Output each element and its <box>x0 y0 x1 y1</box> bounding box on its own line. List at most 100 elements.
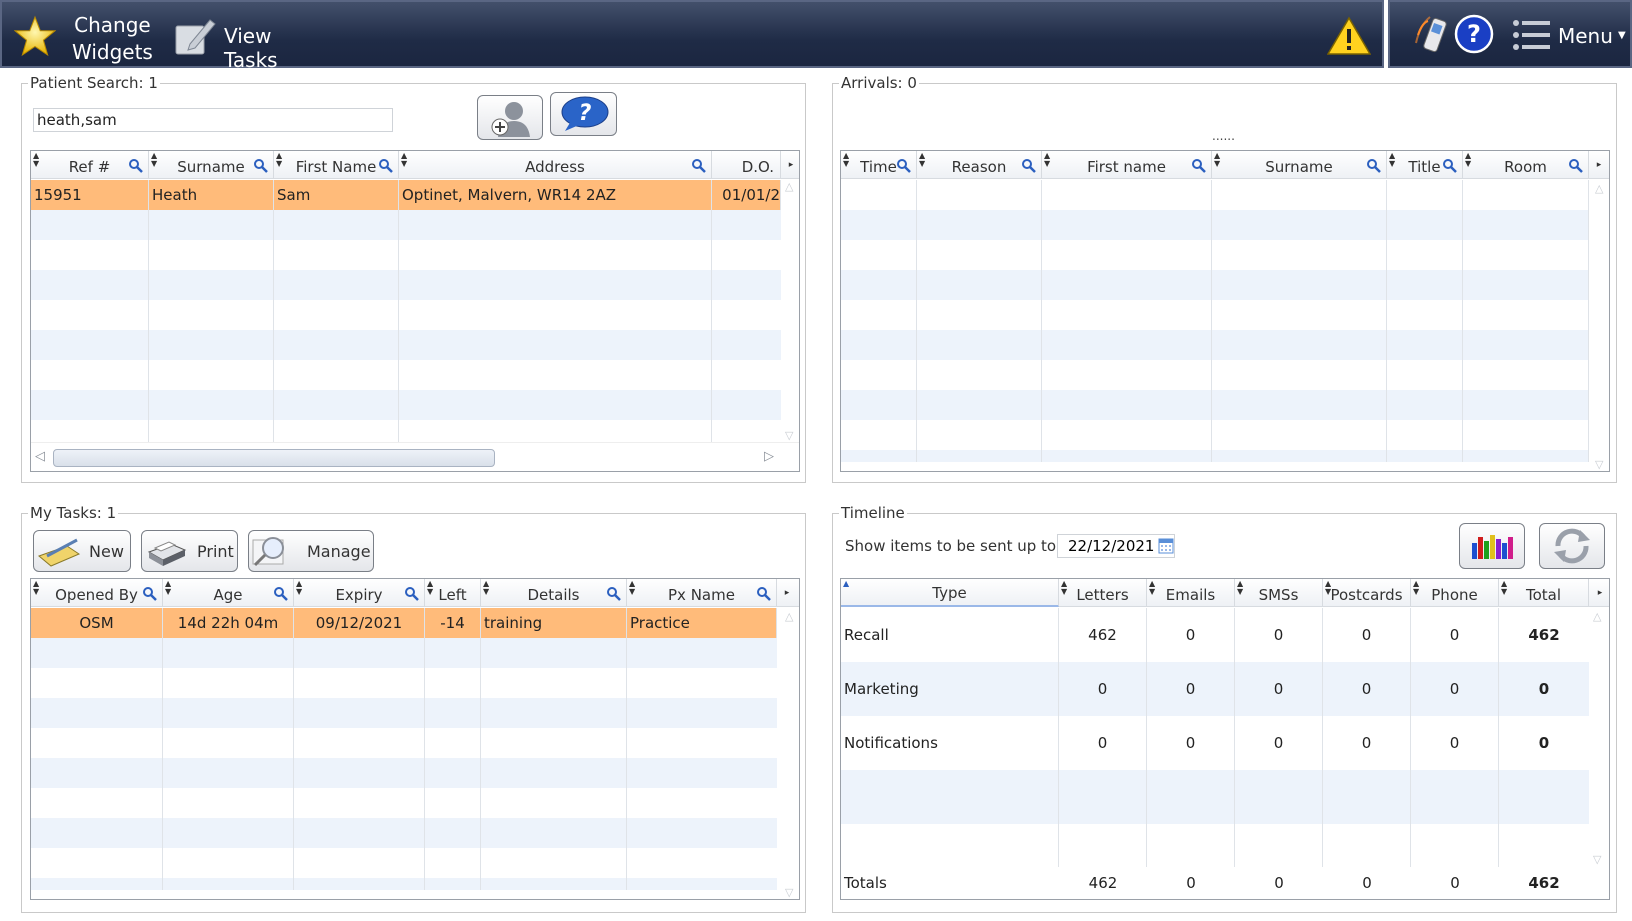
scroll-down-icon[interactable]: ▽ <box>1593 853 1601 866</box>
filter-search-icon[interactable] <box>1022 159 1036 173</box>
col-px-name[interactable]: ▲ ▼ Px Name <box>627 579 777 607</box>
patient-grid-vscroll[interactable]: △ ▽ <box>781 180 799 442</box>
col-phone[interactable]: ▲ ▼ Phone <box>1411 579 1499 607</box>
filter-search-icon[interactable] <box>143 587 157 601</box>
tasks-grid-header: ▲ ▼ Opened By ▲ ▼ Age ▲ ▼ Expiry ▲ ▼ Left ▲ ▼ Deta… <box>31 579 799 607</box>
col-expiry[interactable]: ▲ ▼ Expiry <box>294 579 425 607</box>
hscroll-thumb[interactable] <box>53 449 495 467</box>
change-widgets-button[interactable]: Change Widgets <box>2 2 153 66</box>
scroll-right-icon[interactable]: ▷ <box>764 449 774 464</box>
column-chooser[interactable]: ▸ <box>777 579 797 607</box>
col-first-name[interactable]: ▲ ▼ First Name <box>274 151 399 179</box>
scroll-down-icon[interactable]: ▽ <box>785 886 793 899</box>
col-age[interactable]: ▲ ▼ Age <box>163 579 294 607</box>
svg-text:?: ? <box>1467 20 1481 48</box>
scroll-down-icon[interactable]: ▽ <box>1595 458 1603 471</box>
column-chooser[interactable]: ▸ <box>781 151 799 179</box>
table-row <box>841 390 1589 420</box>
filter-search-icon[interactable] <box>757 587 771 601</box>
table-row <box>31 300 781 330</box>
column-chooser[interactable]: ▸ <box>1589 579 1609 607</box>
manage-tasks-label: Manage <box>307 541 371 561</box>
col-reason[interactable]: ▲ ▼ Reason <box>917 151 1042 179</box>
table-row <box>31 848 777 878</box>
table-row[interactable]: OSM 14d 22h 04m 09/12/2021 -14 training … <box>31 608 777 638</box>
search-help-button[interactable]: ? <box>550 92 617 136</box>
col-postcards[interactable]: ▲ ▼ Postcards <box>1323 579 1411 607</box>
col-ref[interactable]: ▲ ▼ Ref # <box>31 151 149 179</box>
filter-search-icon[interactable] <box>254 159 268 173</box>
col-smss[interactable]: ▲ ▼ SMSs <box>1235 579 1323 607</box>
arrivals-grid-vscroll[interactable]: △ ▽ <box>1591 180 1609 471</box>
add-patient-button[interactable] <box>477 95 543 140</box>
table-row[interactable]: Marketing 0 0 0 0 0 0 <box>841 662 1589 716</box>
new-task-button[interactable]: New <box>33 530 131 572</box>
menu-button[interactable]: Menu <box>1558 24 1613 48</box>
col-title[interactable]: ▲ ▼ Title <box>1387 151 1463 179</box>
filter-search-icon[interactable] <box>379 159 393 173</box>
col-letters[interactable]: ▲ ▼ Letters <box>1059 579 1147 607</box>
calendar-icon[interactable] <box>1158 537 1174 554</box>
col-first-name[interactable]: ▲ ▼ First name <box>1042 151 1212 179</box>
filter-search-icon[interactable] <box>129 159 143 173</box>
svg-text:?: ? <box>578 101 591 126</box>
print-task-button[interactable]: Print <box>141 530 238 572</box>
col-address[interactable]: ▲ ▼ Address <box>399 151 712 179</box>
col-left[interactable]: ▲ ▼ Left <box>425 579 481 607</box>
table-row <box>31 390 781 420</box>
tasks-grid-vscroll[interactable]: △ ▽ <box>781 608 799 899</box>
col-surname[interactable]: ▲ ▼ Surname <box>149 151 274 179</box>
col-time[interactable]: ▲ ▼ Time <box>841 151 917 179</box>
view-tasks-button[interactable]: View Tasks <box>167 2 317 72</box>
col-opened-by[interactable]: ▲ ▼ Opened By <box>31 579 163 607</box>
scroll-up-icon[interactable]: △ <box>1595 182 1603 195</box>
col-type[interactable]: ▲ Type <box>841 579 1059 607</box>
table-row[interactable]: Notifications 0 0 0 0 0 0 <box>841 716 1589 770</box>
hamburger-menu-icon[interactable] <box>1512 18 1552 52</box>
refresh-button[interactable] <box>1539 523 1605 569</box>
column-chooser[interactable]: ▸ <box>1589 151 1609 179</box>
table-row[interactable]: Recall 462 0 0 0 0 462 <box>841 608 1589 662</box>
col-room[interactable]: ▲ ▼ Room <box>1463 151 1589 179</box>
patient-grid-header: ▲ ▼ Ref # ▲ ▼ Surname ▲ ▼ First Name ▲ ▼ Address… <box>31 151 799 179</box>
table-row <box>31 270 781 300</box>
table-row <box>841 824 1589 868</box>
col-surname[interactable]: ▲ ▼ Surname <box>1212 151 1387 179</box>
scroll-up-icon[interactable]: △ <box>785 180 793 193</box>
filter-search-icon[interactable] <box>1443 159 1457 173</box>
timeline-title: Timeline <box>839 504 907 522</box>
arrivals-title: Arrivals: 0 <box>839 74 919 92</box>
col-emails[interactable]: ▲ ▼ Emails <box>1147 579 1235 607</box>
patient-grid-hscroll[interactable]: ◁ ▷ <box>31 442 799 471</box>
table-row <box>31 240 781 270</box>
right-toolbar: ? Menu ▼ <box>1388 0 1632 68</box>
filter-search-icon[interactable] <box>1569 159 1583 173</box>
report-chart-button[interactable] <box>1459 523 1525 569</box>
patient-search-input[interactable] <box>33 108 393 132</box>
help-icon[interactable]: ? <box>1454 14 1494 54</box>
filter-search-icon[interactable] <box>1192 159 1206 173</box>
splitter-handle[interactable]: ...... <box>1212 130 1235 142</box>
scroll-up-icon[interactable]: △ <box>785 610 793 623</box>
scroll-left-icon[interactable]: ◁ <box>35 449 45 464</box>
filter-search-icon[interactable] <box>405 587 419 601</box>
patient-search-grid: ▲ ▼ Ref # ▲ ▼ Surname ▲ ▼ First Name ▲ ▼ Address… <box>30 150 800 472</box>
scroll-up-icon[interactable]: △ <box>1593 610 1601 623</box>
main-toolbar: Change Widgets View Tasks <box>0 0 1384 72</box>
col-details[interactable]: ▲ ▼ Details <box>481 579 627 607</box>
filter-search-icon[interactable] <box>274 587 288 601</box>
my-tasks-title: My Tasks: 1 <box>28 504 119 522</box>
filter-search-icon[interactable] <box>1367 159 1381 173</box>
scroll-down-icon[interactable]: ▽ <box>785 429 793 442</box>
warning-icon[interactable] <box>1327 16 1371 56</box>
col-total[interactable]: ▲ ▼ Total <box>1499 579 1589 607</box>
table-row <box>31 360 781 390</box>
timeline-grid-vscroll[interactable]: △ ▽ <box>1589 608 1609 866</box>
filter-search-icon[interactable] <box>607 587 621 601</box>
col-dob[interactable]: D.O. <box>712 151 781 179</box>
filter-search-icon[interactable] <box>692 159 706 173</box>
filter-search-icon[interactable] <box>897 159 911 173</box>
table-row[interactable]: 15951 Heath Sam Optinet, Malvern, WR14 2… <box>31 180 781 210</box>
mobile-phone-icon[interactable] <box>1414 15 1452 55</box>
manage-tasks-button[interactable]: Manage <box>248 530 374 572</box>
